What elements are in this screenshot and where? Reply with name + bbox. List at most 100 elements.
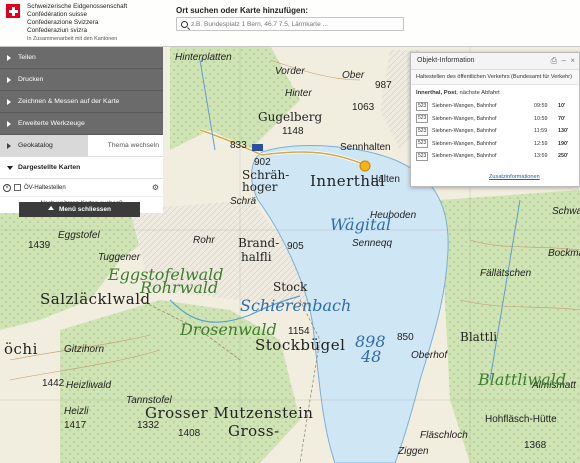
menu-item-draw-measure[interactable]: Zeichnen & Messen auf der Karte — [0, 91, 163, 113]
departure-row: 523 Siebnen-Wangen, Bahnhof 09:59 10' — [416, 100, 576, 113]
map-label: Drosenwald — [180, 320, 277, 339]
departure-time: 12:59 — [534, 140, 548, 147]
map-label: Stock — [273, 280, 308, 294]
minimize-icon[interactable]: – — [562, 56, 566, 65]
map-label: Schrä — [230, 196, 257, 207]
destination: Siebnen-Wangen, Bahnhof — [432, 115, 497, 122]
minutes-until: 70' — [558, 115, 566, 122]
map-label: 1063 — [352, 102, 375, 113]
map-label: Hinterplatten — [175, 52, 232, 63]
departure-row: 523 Siebnen-Wangen, Bahnhof 13:59 250' — [416, 150, 576, 163]
map-label: 1417 — [64, 420, 87, 431]
map-label: Gugelberg — [258, 110, 323, 124]
federal-logo[interactable]: Schweizerische Eidgenossenschaft Confédé… — [0, 0, 163, 47]
gov-name-fr: Confédération suisse — [27, 11, 88, 18]
map-label: Heizliwald — [66, 380, 112, 391]
section-label: Dargestellte Karten — [18, 164, 81, 171]
map-label: 1439 — [28, 240, 51, 251]
chevron-right-icon — [7, 121, 11, 127]
map-label: Ziggen — [398, 446, 429, 457]
map-label: Oberhof — [411, 350, 448, 361]
map-label: 1332 — [137, 420, 160, 431]
map-label: Halten — [371, 174, 400, 185]
destination: Siebnen-Wangen, Bahnhof — [432, 128, 497, 135]
remove-layer-icon[interactable]: × — [3, 184, 11, 192]
map-label: 987 — [375, 80, 392, 91]
stop-marker[interactable] — [359, 160, 371, 172]
map-label: Wägital — [330, 215, 392, 234]
map-label: 1368 — [524, 440, 547, 451]
map-label: 850 — [397, 332, 414, 343]
tab-geokatalog[interactable]: Geokatalog — [0, 135, 88, 157]
popup-header: Objekt-Information ⎙ – × — [411, 53, 579, 70]
departure-time: 09:59 — [534, 103, 548, 110]
minutes-until: 130' — [558, 128, 569, 135]
menu-item-label: Erweiterte Werkzeuge — [18, 120, 85, 127]
departure-time: 11:59 — [534, 128, 548, 135]
map-label: Blattli — [460, 330, 498, 344]
map-label: Rohrwald — [140, 278, 219, 297]
close-icon[interactable]: × — [570, 56, 575, 65]
chevron-right-icon — [7, 77, 11, 83]
map-label: 1148 — [282, 126, 304, 137]
menu-item-label: Teilen — [18, 54, 36, 61]
map-label: Salzläcklwald — [40, 290, 151, 308]
gear-icon[interactable]: ⚙ — [152, 179, 159, 197]
search-input[interactable] — [191, 18, 401, 30]
map-label: Hinter — [285, 88, 312, 99]
tab-label: Geokatalog — [18, 142, 53, 149]
map-label: Tuggener — [98, 252, 141, 263]
menu-item-advanced-tools[interactable]: Erweiterte Werkzeuge — [0, 113, 163, 135]
tab-change-theme[interactable]: Thema wechseln — [108, 135, 159, 157]
minutes-until: 10' — [558, 103, 566, 110]
gov-name-it: Confederazione Svizzera — [27, 19, 99, 26]
close-menu-label: Menü schliessen — [58, 206, 112, 213]
menu-item-share[interactable]: Teilen — [0, 47, 163, 69]
map-label: Fällätschen — [480, 268, 532, 279]
map-label: 902 — [254, 157, 271, 168]
stop-name: Innerthal, Post — [416, 90, 457, 96]
minutes-until: 190' — [558, 140, 569, 147]
map-label: halfli — [241, 250, 272, 264]
map-label: Rohr — [193, 235, 215, 246]
destination: Siebnen-Wangen, Bahnhof — [432, 140, 497, 147]
layer-visibility-checkbox[interactable] — [14, 184, 21, 191]
chevron-right-icon — [7, 55, 11, 61]
side-menu: Teilen Drucken Zeichnen & Messen auf der… — [0, 47, 163, 213]
map-label: 1442 — [42, 378, 65, 389]
map-label: 833 — [230, 140, 247, 151]
print-icon[interactable]: ⎙ — [551, 56, 557, 66]
menu-item-print[interactable]: Drucken — [0, 69, 163, 91]
additional-info-link[interactable]: Zusatzinformationen — [489, 174, 540, 180]
search-icon — [181, 21, 188, 28]
departure-row: 523 Siebnen-Wangen, Bahnhof 11:59 130' — [416, 125, 576, 138]
destination: Siebnen-Wangen, Bahnhof — [432, 153, 497, 160]
map-label: 48 — [361, 347, 382, 366]
gov-name-de: Schweizerische Eidgenossenschaft — [27, 3, 128, 10]
section-displayed-maps[interactable]: Dargestellte Karten — [0, 157, 163, 179]
map-label: Fläschloch — [420, 430, 468, 441]
close-menu-button[interactable]: Menü schliessen — [19, 202, 140, 217]
popup-stop: Innerthal, Post, nächste Abfahrt — [416, 90, 500, 96]
destination: Siebnen-Wangen, Bahnhof — [432, 103, 497, 110]
line-number: 523 — [416, 126, 429, 136]
map-label: Blattliwald — [478, 370, 567, 389]
map-label: 1408 — [178, 428, 201, 439]
triangle-up-icon — [47, 206, 54, 210]
departures-table: 523 Siebnen-Wangen, Bahnhof 09:59 10' 523 Sie… — [416, 100, 576, 163]
map-label: öchi — [4, 340, 38, 358]
object-info-popup: Objekt-Information ⎙ – × Haltestellen de… — [410, 52, 580, 187]
catalog-tabs: Geokatalog Thema wechseln — [0, 135, 163, 157]
map-label: Heizli — [64, 406, 89, 417]
menu-item-label: Drucken — [18, 76, 44, 83]
popup-layer-name: Haltestellen des öffentlichen Verkehrs (… — [411, 70, 579, 85]
gov-name-rm: Confederaziun svizra — [27, 27, 88, 34]
map-label: Senneqq — [352, 238, 393, 249]
header-bar: Schweizerische Eidgenossenschaft Confédé… — [0, 0, 580, 47]
map-label: Schierenbach — [240, 296, 352, 315]
search-box[interactable] — [176, 17, 404, 31]
map-label: hoger — [242, 180, 278, 194]
map-label: Hohfläsch-Hütte — [485, 414, 557, 425]
line-number: 523 — [416, 114, 429, 124]
map-label: Brand- — [238, 236, 280, 250]
